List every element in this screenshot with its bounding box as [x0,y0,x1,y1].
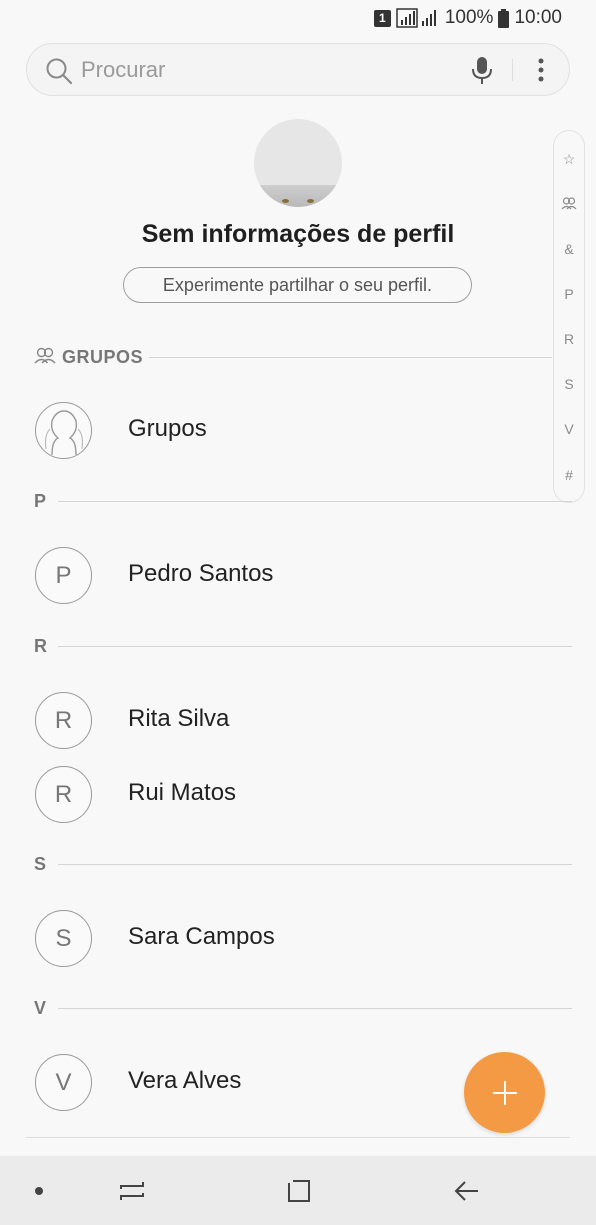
contact-avatar: S [35,910,92,967]
battery-percent: 100% [444,7,494,28]
contact-name: Vera Alves [128,1067,242,1094]
groups-avatar-icon [35,402,92,459]
search-icon [45,57,73,90]
contact-row[interactable]: P Pedro Santos [0,542,596,608]
index-item-groups[interactable] [554,196,584,213]
contact-name: Pedro Santos [128,560,274,587]
section-divider [58,1007,572,1009]
avatar-photo [254,185,342,207]
navigation-bar [0,1156,596,1225]
section-header-v: V [34,996,572,1020]
add-contact-button[interactable] [464,1052,545,1133]
contact-row[interactable]: R Rita Silva [0,687,596,753]
section-header-groups: GRUPOS [34,345,552,369]
groups-row[interactable]: Grupos [0,397,596,463]
more-vert-icon[interactable] [535,56,547,89]
section-header-s: S [34,852,572,876]
section-divider [58,500,572,502]
search-bar[interactable] [26,43,570,96]
contact-avatar: R [35,692,92,749]
plus-icon [492,1080,517,1105]
section-letter: P [34,490,47,511]
section-divider [58,645,572,647]
section-divider [58,863,572,865]
profile-title: Sem informações de perfil [141,220,455,248]
battery-icon [498,8,510,28]
index-item-p[interactable]: P [554,286,584,302]
back-arrow-icon[interactable] [452,1176,482,1211]
contact-row[interactable]: S Sara Campos [0,905,596,971]
section-letter: V [34,997,47,1018]
clock: 10:00 [514,7,562,28]
index-item-s[interactable]: S [554,376,584,392]
sim-icon: 1 [373,9,391,27]
home-square-icon[interactable] [284,1176,314,1211]
contact-avatar: P [35,547,92,604]
share-profile-button[interactable]: Experimente partilhar o seu perfil. [123,267,472,303]
section-header-p: P [34,489,572,513]
contact-row[interactable]: R Rui Matos [0,761,596,827]
contact-name: Rui Matos [128,779,237,806]
bottom-divider [26,1137,570,1138]
nav-dot-icon[interactable] [35,1187,43,1195]
section-title: GRUPOS [62,346,144,367]
status-indicators: 1 100% 10:00 [373,7,562,29]
signal-icon [396,8,440,28]
status-bar: 1 100% 10:00 [0,0,596,36]
avatar-eye-right [307,199,314,203]
index-item-r[interactable]: R [554,331,584,347]
index-item-favorites[interactable]: ☆ [554,151,584,168]
groups-icon [561,197,577,210]
section-letter: S [34,853,47,874]
contact-avatar: R [35,766,92,823]
mic-icon[interactable] [471,56,493,91]
search-input[interactable] [81,44,441,95]
contact-avatar: V [35,1054,92,1111]
recent-apps-icon[interactable] [117,1176,147,1211]
search-divider [512,59,513,81]
profile-avatar[interactable] [254,119,342,207]
contact-name: Rita Silva [128,705,230,732]
index-item-symbols[interactable]: & [554,241,584,257]
section-header-r: R [34,634,572,658]
contact-name: Sara Campos [128,923,275,950]
avatar-eye-left [282,199,289,203]
section-divider [149,356,552,358]
groups-icon [34,346,56,369]
groups-label: Grupos [128,415,207,442]
index-item-hash[interactable]: # [554,467,584,483]
section-letter: R [34,635,47,656]
